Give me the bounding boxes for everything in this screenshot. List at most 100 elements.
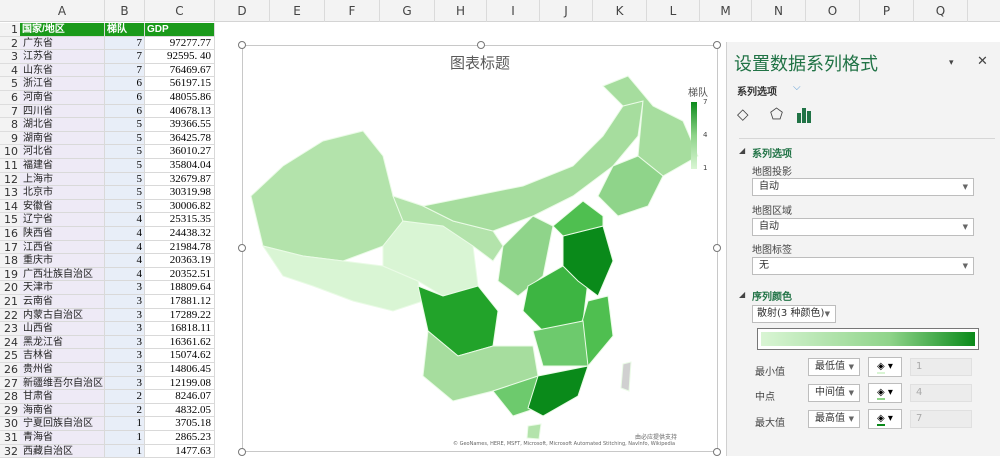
cell[interactable]: 30319.98 [145, 186, 215, 200]
cell[interactable]: 32679.87 [145, 172, 215, 187]
mid-color-button[interactable]: ◈ ▾ [868, 383, 902, 403]
cell[interactable]: 3 [105, 363, 145, 377]
column-header-G[interactable]: G [380, 0, 435, 22]
cell[interactable]: 内蒙古自治区 [20, 308, 105, 323]
cell[interactable]: 河北省 [20, 145, 105, 159]
row-number[interactable]: 12 [0, 172, 20, 187]
cell[interactable]: 92595. 40 [145, 50, 215, 64]
cell[interactable]: 18809.64 [145, 281, 215, 295]
cell[interactable]: 8246.07 [145, 390, 215, 404]
cell[interactable]: 3 [105, 335, 145, 350]
cell[interactable]: 16818.11 [145, 322, 215, 336]
fill-line-icon[interactable]: ◇ [737, 105, 749, 123]
cell[interactable]: 广西壮族自治区 [20, 267, 105, 282]
row-number[interactable]: 28 [0, 390, 20, 404]
cell[interactable]: 5 [105, 199, 145, 214]
cell[interactable]: 4 [105, 240, 145, 255]
cell[interactable]: 江西省 [20, 240, 105, 255]
column-header-B[interactable]: B [105, 0, 145, 22]
cell[interactable]: 海南省 [20, 403, 105, 418]
section-series-color[interactable]: 序列颜色 [752, 288, 792, 303]
row-number[interactable]: 20 [0, 281, 20, 295]
cell[interactable]: 5 [105, 118, 145, 132]
map-chart[interactable]: 图表标题 梯队 7 4 1 由必应提供支持 © GeoNames, HERE, … [238, 41, 721, 456]
cell[interactable]: 山东省 [20, 63, 105, 78]
column-header-M[interactable]: M [700, 0, 752, 22]
labels-select[interactable]: 无 ▼ [752, 257, 974, 275]
column-title[interactable]: 国家/地区 [20, 23, 105, 37]
row-number[interactable]: 30 [0, 417, 20, 431]
max-color-button[interactable]: ◈ ▾ [868, 409, 902, 429]
cell[interactable]: 湖北省 [20, 118, 105, 132]
cell[interactable]: 福建省 [20, 159, 105, 173]
cell[interactable]: 76469.67 [145, 63, 215, 78]
cell[interactable]: 湖南省 [20, 131, 105, 146]
series-options-dropdown[interactable]: 系列选项 [737, 83, 777, 98]
cell[interactable]: 48055.86 [145, 91, 215, 105]
row-number[interactable]: 4 [0, 63, 20, 78]
row-number[interactable]: 11 [0, 159, 20, 173]
cell[interactable]: 7 [105, 36, 145, 51]
close-icon[interactable]: ✕ [977, 54, 988, 69]
cell[interactable]: 3 [105, 322, 145, 336]
cell[interactable]: 15074.62 [145, 349, 215, 363]
chevron-down-icon[interactable]: ⌵ [793, 82, 801, 93]
cell[interactable]: 36425.78 [145, 131, 215, 146]
cell[interactable]: 4 [105, 227, 145, 241]
row-number[interactable]: 24 [0, 335, 20, 350]
cell[interactable]: 12199.08 [145, 376, 215, 391]
row-number[interactable]: 19 [0, 267, 20, 282]
mid-value-field[interactable]: 4 [910, 384, 972, 402]
row-number[interactable]: 5 [0, 77, 20, 91]
cell[interactable]: 20363.19 [145, 254, 215, 268]
max-type-select[interactable]: 最高值 ▼ [808, 410, 860, 428]
cell[interactable]: 5 [105, 159, 145, 173]
mid-type-select[interactable]: 中间值 ▼ [808, 384, 860, 402]
row-number[interactable]: 16 [0, 227, 20, 241]
max-value-field[interactable]: 7 [910, 410, 972, 428]
column-header-F[interactable]: F [325, 0, 380, 22]
cell[interactable]: 5 [105, 145, 145, 159]
column-header-I[interactable]: I [487, 0, 540, 22]
row-number[interactable]: 6 [0, 91, 20, 105]
cell[interactable]: 14806.45 [145, 363, 215, 377]
cell[interactable]: 1 [105, 417, 145, 431]
row-number[interactable]: 23 [0, 322, 20, 336]
cell[interactable]: 21984.78 [145, 240, 215, 255]
row-number[interactable]: 26 [0, 363, 20, 377]
cell[interactable]: 30006.82 [145, 199, 215, 214]
cell[interactable]: 广东省 [20, 36, 105, 51]
collapse-icon[interactable]: ◢ [739, 290, 745, 299]
row-number[interactable]: 14 [0, 199, 20, 214]
row-number[interactable]: 7 [0, 104, 20, 119]
cell[interactable]: 4 [105, 254, 145, 268]
cell[interactable]: 6 [105, 77, 145, 91]
row-number[interactable]: 29 [0, 403, 20, 418]
cell[interactable]: 40678.13 [145, 104, 215, 119]
row-number[interactable]: 22 [0, 308, 20, 323]
cell[interactable]: 3 [105, 295, 145, 309]
column-header-Q[interactable]: Q [914, 0, 968, 22]
row-number[interactable]: 27 [0, 376, 20, 391]
column-header-P[interactable]: P [860, 0, 914, 22]
cell[interactable]: 黑龙江省 [20, 335, 105, 350]
cell[interactable]: 16361.62 [145, 335, 215, 350]
cell[interactable]: 5 [105, 172, 145, 187]
cell[interactable]: 5 [105, 131, 145, 146]
cell[interactable]: 2 [105, 390, 145, 404]
column-header-O[interactable]: O [806, 0, 860, 22]
column-header-D[interactable]: D [215, 0, 270, 22]
cell[interactable]: 云南省 [20, 295, 105, 309]
cell[interactable]: 青海省 [20, 431, 105, 445]
min-value-field[interactable]: 1 [910, 358, 972, 376]
series-options-bar-icon[interactable] [797, 108, 813, 123]
cell[interactable]: 25315.35 [145, 213, 215, 227]
cell[interactable]: 5 [105, 186, 145, 200]
color-scheme-select[interactable]: 散射(3 种颜色) ▼ [752, 305, 836, 323]
cell[interactable]: 36010.27 [145, 145, 215, 159]
collapse-icon[interactable]: ◢ [739, 146, 745, 155]
cell[interactable]: 浙江省 [20, 77, 105, 91]
cell[interactable]: 56197.15 [145, 77, 215, 91]
cell[interactable]: 四川省 [20, 104, 105, 119]
cell[interactable]: 天津市 [20, 281, 105, 295]
